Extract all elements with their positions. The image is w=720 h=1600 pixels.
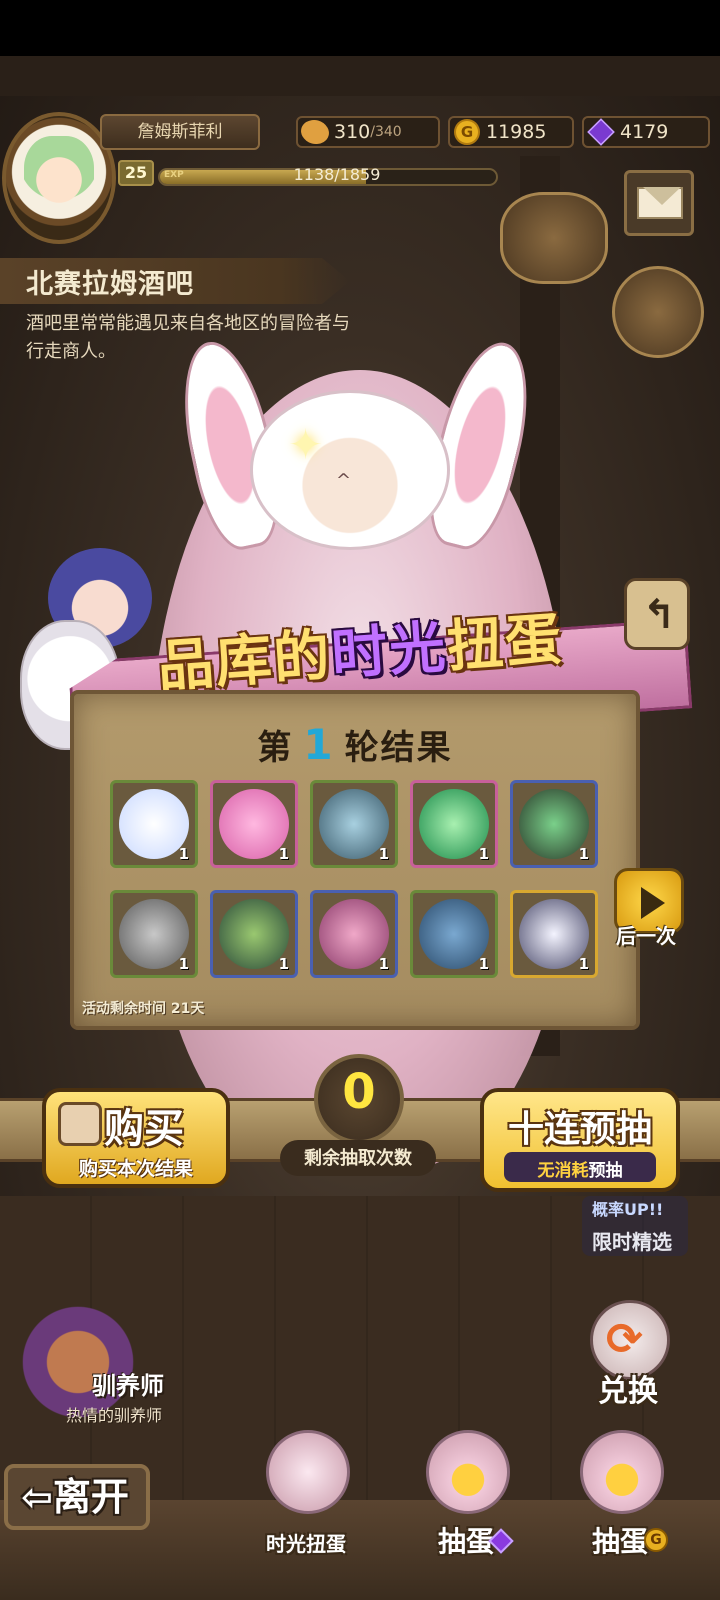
round-suffix: 轮结果 xyxy=(344,728,453,768)
item-slot[interactable]: 1 xyxy=(410,780,498,868)
item-slot[interactable]: 1 xyxy=(310,780,398,868)
location-title: 北赛拉姆酒吧 xyxy=(26,269,194,300)
mail-button[interactable] xyxy=(624,170,694,236)
exp-text: 1138/1859 xyxy=(293,165,381,184)
exchange-button[interactable]: ⟳ 兑换 xyxy=(568,1300,688,1410)
bunny-face: ^ xyxy=(336,470,352,491)
gacha-title-part2: 扭蛋 xyxy=(444,606,566,680)
exchange-arrows-icon: ⟳ xyxy=(606,1314,643,1365)
item-count: 1 xyxy=(378,955,389,973)
ceiling-beam xyxy=(0,56,720,96)
item-count: 1 xyxy=(378,845,389,863)
round-number: 1 xyxy=(303,720,335,769)
leave-label[interactable]: ⇦离开 xyxy=(10,1466,140,1521)
gacha-title-highlight: 时光 xyxy=(329,614,450,688)
exchange-label: 兑换 xyxy=(598,1374,658,1409)
gem-counter[interactable]: 4179 xyxy=(582,116,710,148)
stamina-counter[interactable]: 310 /340 xyxy=(296,114,440,150)
gem-value: 4179 xyxy=(620,121,669,143)
item-count: 1 xyxy=(178,955,189,973)
nav-draw-gem[interactable]: 抽蛋 xyxy=(406,1420,526,1580)
gacha-title-part1: 品库的 xyxy=(155,622,334,700)
gold-counter[interactable]: G 11985 xyxy=(448,116,574,148)
time-gacha-icon xyxy=(266,1430,350,1514)
gold-coin-icon: G xyxy=(644,1528,668,1552)
round-title: 第 1 轮结果 xyxy=(70,720,640,769)
return-button[interactable]: ↰ xyxy=(624,578,690,650)
trainer-title: 热情的驯养师 xyxy=(66,1406,163,1425)
item-count: 1 xyxy=(578,845,589,863)
item-count: 1 xyxy=(178,845,189,863)
sparkle-icon: ✦ xyxy=(288,420,324,469)
item-slot[interactable]: 1 xyxy=(310,890,398,978)
bread-icon xyxy=(297,114,333,150)
item-count: 1 xyxy=(478,845,489,863)
play-arrow-icon xyxy=(641,887,665,919)
item-count: 1 xyxy=(278,955,289,973)
buy-button[interactable]: 购买 购买本次结果 xyxy=(42,1088,230,1188)
buy-subtitle: 购买本次结果 xyxy=(78,1158,193,1180)
gift-icon xyxy=(58,1102,102,1146)
nav-time-gacha[interactable]: 时光扭蛋 xyxy=(246,1420,366,1580)
player-avatar[interactable] xyxy=(2,112,116,244)
nav-draw-gold[interactable]: 抽蛋 G xyxy=(560,1420,680,1580)
gold-value: 11985 xyxy=(486,121,547,143)
event-timer: 活动剩余时间 21天 xyxy=(82,1001,205,1017)
stamina-value: 310 xyxy=(334,121,371,143)
envelope-icon xyxy=(637,187,683,219)
item-slot[interactable]: 1 xyxy=(210,780,298,868)
item-count: 1 xyxy=(578,955,589,973)
buy-title: 购买 xyxy=(104,1106,184,1152)
backpack-button[interactable] xyxy=(612,266,704,358)
item-slot[interactable]: 1 xyxy=(110,780,198,868)
ten-pull-title: 十连预抽 xyxy=(507,1109,652,1150)
purple-gem-icon xyxy=(587,118,615,146)
ten-pull-sub-highlight: 无消耗 xyxy=(537,1161,589,1181)
item-slot[interactable]: 1 xyxy=(510,780,598,868)
item-slot[interactable]: 1 xyxy=(410,890,498,978)
nav-time-gacha-label: 时光扭蛋 xyxy=(266,1532,346,1556)
item-count: 1 xyxy=(478,955,489,973)
trainer-name: 驯养师 xyxy=(92,1372,164,1400)
item-slot[interactable]: 1 xyxy=(110,890,198,978)
avatar-portrait xyxy=(24,136,94,216)
stamina-max: /340 xyxy=(370,124,402,140)
level-badge: 25 xyxy=(118,160,154,186)
item-slot[interactable]: 1 xyxy=(210,890,298,978)
limited-selection-label: 限时精选 xyxy=(592,1230,672,1254)
item-count: 1 xyxy=(278,845,289,863)
item-slot[interactable]: 1 xyxy=(510,890,598,978)
rate-up-label: 概率UP!! xyxy=(592,1200,664,1219)
quest-scroll-button[interactable] xyxy=(500,192,608,284)
remaining-draws-label: 剩余抽取次数 xyxy=(304,1148,412,1169)
player-name: 詹姆斯菲利 xyxy=(100,114,260,150)
round-prefix: 第 xyxy=(257,728,294,768)
ten-pull-subtitle: 无消耗预抽 xyxy=(504,1156,656,1181)
egg-machine-icon xyxy=(426,1430,510,1514)
exp-label: EXP xyxy=(164,170,184,180)
ten-pull-sub-text: 预抽 xyxy=(588,1161,623,1181)
next-label[interactable]: 后一次 xyxy=(616,920,676,949)
egg-machine-icon xyxy=(580,1430,664,1514)
return-arrow-icon: ↰ xyxy=(642,592,676,638)
ten-pull-preview-button[interactable]: 十连预抽 无消耗预抽 xyxy=(480,1088,680,1192)
remaining-draws-count: 0 xyxy=(342,1064,376,1120)
gold-coin-icon: G xyxy=(454,119,480,145)
